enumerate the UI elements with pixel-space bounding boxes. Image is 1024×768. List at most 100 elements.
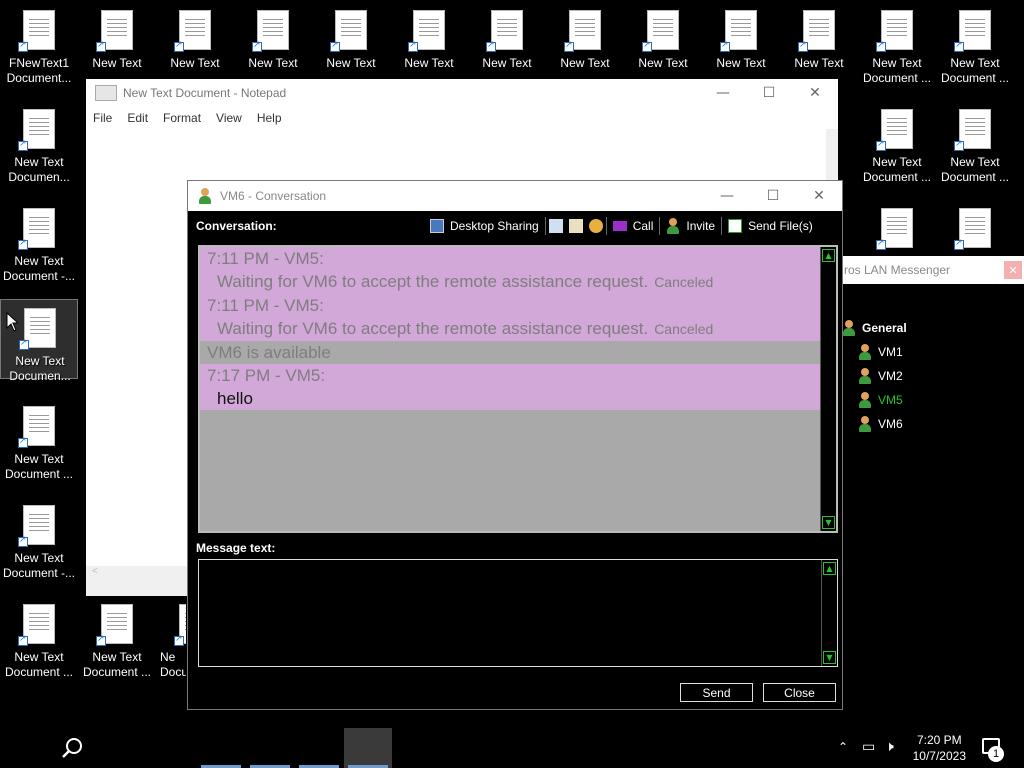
- desktop-sharing-label: Desktop Sharing: [450, 219, 539, 233]
- menu-view[interactable]: View: [216, 111, 242, 125]
- desktop-icon-text-document[interactable]: New Text Document ...: [936, 2, 1014, 85]
- history-header-text: 7:11 PM - VM5:: [207, 296, 324, 315]
- desktop-sharing-button[interactable]: Desktop Sharing: [424, 215, 545, 237]
- desktop-icon-text-document[interactable]: New Text: [312, 2, 390, 82]
- maximize-button[interactable]: ☐: [746, 79, 792, 107]
- shortcut-arrow-icon: [18, 139, 28, 151]
- status-canceled: Canceled: [654, 321, 714, 337]
- maximize-button[interactable]: ☐: [750, 182, 796, 210]
- clock-time: 7:20 PM: [916, 733, 962, 747]
- group-icon: [842, 320, 856, 336]
- menu-edit[interactable]: Edit: [127, 111, 148, 125]
- desktop-icon-text-document[interactable]: New Text: [390, 2, 468, 82]
- conversation-window[interactable]: VM6 - Conversation — ☐ ✕ Conversation: D…: [187, 180, 843, 710]
- scroll-down-icon[interactable]: ▼: [823, 651, 836, 664]
- contact-vm1[interactable]: VM1: [842, 340, 1024, 364]
- desktop-icon-label: New Text: [404, 56, 454, 70]
- desktop-icon-text-document[interactable]: New Text Documen...: [0, 299, 78, 383]
- desktop-icon-text-document[interactable]: New Text: [780, 2, 858, 82]
- desktop-icon-text-document[interactable]: [858, 200, 936, 254]
- emoticon-button[interactable]: [586, 215, 606, 237]
- desktop-icon-label: New Text Document ...: [862, 56, 932, 85]
- close-button[interactable]: ✕: [796, 182, 842, 210]
- desktop-icon-label: New Text: [716, 56, 766, 70]
- message-input[interactable]: ▲ ▼: [198, 559, 838, 667]
- history-button[interactable]: [566, 215, 586, 237]
- taskbar-app-active[interactable]: [344, 728, 392, 768]
- shortcut-arrow-icon: [408, 40, 418, 52]
- send-button[interactable]: Send: [680, 683, 753, 702]
- menu-format[interactable]: Format: [163, 111, 201, 125]
- desktop-icon-text-document[interactable]: New Text Document -...: [0, 497, 78, 580]
- desktop-icon-text-document[interactable]: New Text: [234, 2, 312, 82]
- desktop-icon-text-document[interactable]: New Text: [546, 2, 624, 82]
- invite-button[interactable]: Invite: [660, 215, 721, 237]
- shortcut-arrow-icon: [96, 634, 106, 646]
- shortcut-arrow-icon: [18, 238, 28, 250]
- search-icon[interactable]: [61, 737, 83, 759]
- desktop-icon-label: New Text Document ...: [82, 650, 152, 679]
- volume-muted-icon[interactable]: 🕨: [885, 726, 894, 768]
- message-scrollbar[interactable]: ▲ ▼: [821, 560, 837, 666]
- desktop-icon-text-document[interactable]: New Text Document ...: [0, 596, 78, 679]
- desktop-icon-label: New Text Document ...: [4, 650, 74, 679]
- scroll-up-icon[interactable]: ▲: [823, 562, 836, 575]
- save-conversation-button[interactable]: [546, 215, 566, 237]
- desktop-icon-text-document[interactable]: New Text Document ...: [78, 596, 156, 679]
- network-icon[interactable]: ▭: [862, 726, 875, 768]
- conversation-history[interactable]: 7:11 PM - VM5: Waiting for VM6 to accept…: [198, 245, 838, 533]
- notepad-title-bar[interactable]: New Text Document - Notepad — ☐ ✕: [86, 79, 838, 107]
- send-files-button[interactable]: Send File(s): [722, 215, 819, 237]
- user-icon: [198, 188, 212, 204]
- desktop-icon-text-document[interactable]: New Text Document ...: [858, 101, 936, 184]
- mouse-cursor-icon: [6, 312, 18, 332]
- desktop-icon-label: New Text: [638, 56, 688, 70]
- desktop-icon-text-document[interactable]: FNewText1 Document...: [0, 2, 78, 85]
- history-scrollbar[interactable]: ▲ ▼: [820, 247, 836, 531]
- desktop-icon-label: New Text Documen...: [9, 354, 71, 383]
- desktop-icon-text-document[interactable]: [936, 200, 1014, 254]
- desktop-icon-text-document[interactable]: New Text Document ...: [858, 2, 936, 85]
- desktop-icon-text-document[interactable]: New Text: [78, 2, 156, 82]
- show-hidden-icons-chevron-icon[interactable]: ⌃: [838, 726, 848, 768]
- clock-date: 10/7/2023: [912, 749, 966, 763]
- lan-messenger-title-bar[interactable]: ros LAN Messenger ✕: [842, 256, 1024, 284]
- desktop-icon-label: New Text: [326, 56, 376, 70]
- group-general[interactable]: General: [842, 316, 1024, 340]
- conversation-title-bar[interactable]: VM6 - Conversation — ☐ ✕: [188, 181, 842, 211]
- menu-help[interactable]: Help: [257, 111, 282, 125]
- call-button[interactable]: Call: [607, 215, 660, 237]
- close-button[interactable]: ✕: [792, 79, 838, 107]
- desktop-icon-label: New Text Document ...: [862, 155, 932, 184]
- history-message: Waiting for VM6 to accept the remote ass…: [200, 317, 836, 341]
- scroll-down-icon[interactable]: ▼: [822, 516, 835, 529]
- video-camera-icon: [612, 221, 627, 231]
- close-button[interactable]: ✕: [1004, 261, 1022, 279]
- desktop-icon-text-document[interactable]: New Text: [468, 2, 546, 82]
- minimize-button[interactable]: —: [700, 79, 746, 107]
- desktop-icon-text-document[interactable]: New Text Document -...: [0, 200, 78, 283]
- lan-messenger-window[interactable]: ros LAN Messenger ✕ General VM1 VM2 VM5 …: [842, 256, 1024, 726]
- menu-file[interactable]: File: [93, 111, 112, 125]
- contact-vm6[interactable]: VM6: [842, 412, 1024, 436]
- desktop-icon-text-document[interactable]: New Text Documen...: [0, 101, 78, 184]
- shortcut-arrow-icon: [330, 40, 340, 52]
- contact-vm2[interactable]: VM2: [842, 364, 1024, 388]
- minimize-button[interactable]: —: [704, 182, 750, 210]
- lan-messenger-title: ros LAN Messenger: [844, 263, 951, 277]
- scroll-up-icon[interactable]: ▲: [822, 249, 835, 262]
- shortcut-arrow-icon: [18, 535, 28, 547]
- contact-vm5[interactable]: VM5: [842, 388, 1024, 412]
- desktop-icon-label: New Text Document -...: [2, 254, 76, 283]
- conversation-title: VM6 - Conversation: [220, 189, 327, 203]
- conversation-toolbar: Desktop Sharing Call Invite Send File(s): [424, 211, 842, 241]
- clock[interactable]: 7:20 PM 10/7/2023: [913, 732, 966, 764]
- desktop-icon-text-document[interactable]: New Text: [702, 2, 780, 82]
- desktop-icon-text-document[interactable]: New Text: [624, 2, 702, 82]
- desktop-icon-text-document[interactable]: Ne Docu: [156, 596, 186, 676]
- shortcut-arrow-icon: [19, 338, 29, 350]
- desktop-icon-text-document[interactable]: New Text: [156, 2, 234, 82]
- desktop-icon-text-document[interactable]: New Text Document ...: [936, 101, 1014, 184]
- close-conversation-button[interactable]: Close: [763, 683, 836, 702]
- desktop-icon-text-document[interactable]: New Text Document ...: [0, 398, 78, 481]
